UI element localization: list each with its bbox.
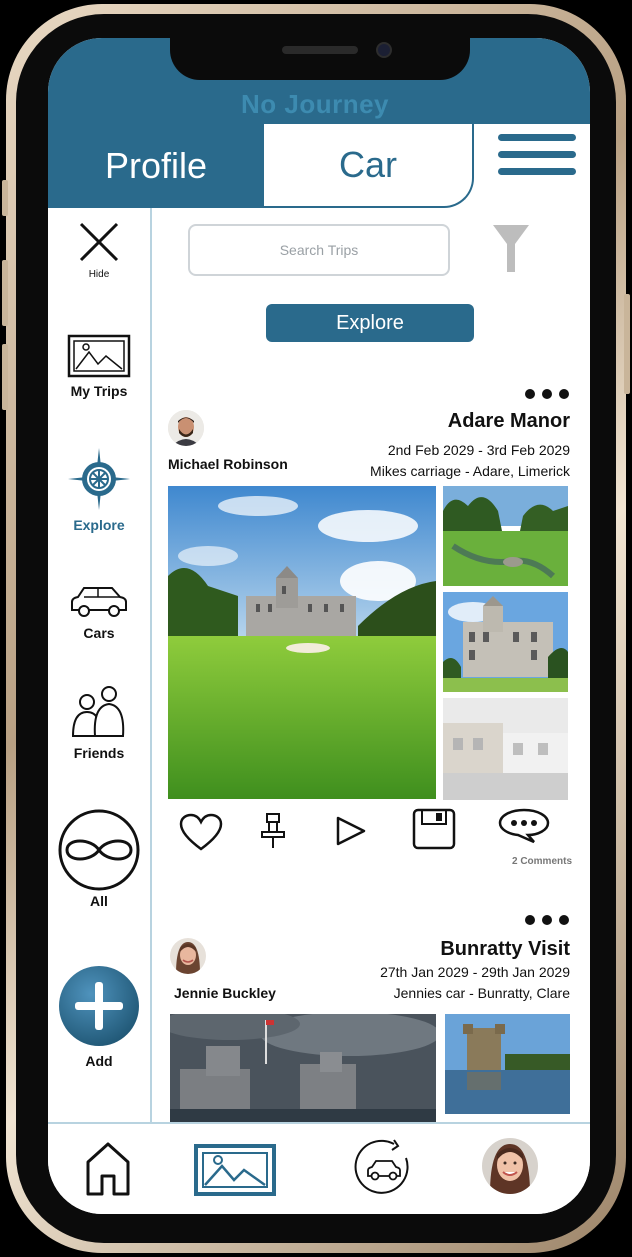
volume-down-button — [2, 344, 8, 410]
post-actions: 2 Comments — [168, 808, 572, 878]
sidebar-label-my-trips: My Trips — [70, 383, 128, 399]
post-author[interactable]: Jennie Buckley — [174, 985, 276, 1001]
avatar[interactable] — [170, 938, 206, 974]
more-options-icon[interactable] — [524, 914, 570, 926]
post-thumb-photo[interactable] — [443, 592, 568, 692]
post-main-photo[interactable] — [170, 1014, 436, 1124]
explore-button[interactable]: Explore — [266, 304, 474, 342]
speaker — [282, 46, 358, 54]
more-options-icon[interactable] — [524, 388, 570, 400]
sidebar-label-explore: Explore — [73, 517, 125, 533]
post-author[interactable]: Michael Robinson — [168, 456, 288, 472]
sidebar-label-all: All — [90, 893, 108, 909]
mode-tabs: Profile Car — [48, 124, 590, 208]
pin-icon[interactable] — [260, 812, 286, 850]
infinity-icon — [58, 809, 140, 891]
sidebar-item-my-trips[interactable]: My Trips — [48, 334, 150, 399]
sidebar-item-explore[interactable]: Explore — [48, 446, 150, 533]
sidebar: Hide My Trips Explore Cars Friends All A… — [48, 208, 152, 1122]
post-main-photo[interactable] — [168, 486, 436, 799]
sidebar-item-add[interactable]: Add — [48, 964, 150, 1069]
trip-post[interactable]: Bunratty Visit 27th Jan 2029 - 29th Jan … — [168, 914, 570, 1124]
app-screen: No Journey Profile Car Hide My Trips Exp… — [48, 38, 590, 1214]
friends-icon — [71, 686, 125, 737]
close-icon — [79, 222, 119, 262]
gallery-nav-icon[interactable] — [194, 1144, 276, 1196]
compass-icon — [68, 448, 130, 510]
notch — [170, 38, 470, 80]
mute-switch — [2, 180, 8, 216]
trip-post[interactable]: Adare Manor 2nd Feb 2029 - 3rd Feb 2029 … — [168, 388, 570, 808]
app-title: No Journey — [240, 89, 390, 119]
sidebar-label-hide: Hide — [88, 269, 110, 280]
search-input[interactable]: Search Trips — [188, 224, 450, 276]
car-icon — [71, 587, 127, 617]
front-camera — [376, 42, 392, 58]
filter-icon[interactable] — [492, 224, 530, 274]
post-dates: 27th Jan 2029 - 29th Jan 2029 — [380, 964, 570, 980]
tab-profile[interactable]: Profile — [48, 124, 264, 208]
post-thumb-photo[interactable] — [445, 1014, 570, 1114]
post-title: Bunratty Visit — [440, 938, 570, 960]
comment-icon[interactable] — [498, 808, 550, 844]
avatar[interactable] — [168, 410, 204, 446]
sidebar-item-hide[interactable]: Hide — [48, 220, 150, 280]
plus-icon — [59, 966, 139, 1046]
heart-icon[interactable] — [178, 812, 224, 852]
bottom-nav — [48, 1122, 590, 1214]
post-location: Mikes carriage - Adare, Limerick — [370, 463, 570, 479]
comment-count[interactable]: 2 Comments — [512, 856, 572, 867]
post-thumb-photo[interactable] — [443, 486, 568, 586]
post-dates: 2nd Feb 2029 - 3rd Feb 2029 — [387, 442, 570, 458]
profile-avatar[interactable] — [482, 1138, 538, 1194]
play-icon[interactable] — [334, 814, 368, 848]
tab-car[interactable]: Car — [264, 124, 474, 208]
trip-cycle-icon[interactable] — [354, 1138, 414, 1198]
save-icon[interactable] — [412, 808, 456, 850]
power-button — [624, 294, 630, 394]
sidebar-item-friends[interactable]: Friends — [48, 684, 150, 761]
menu-icon[interactable] — [498, 134, 576, 184]
sidebar-label-cars: Cars — [83, 625, 115, 641]
sidebar-item-cars[interactable]: Cars — [48, 584, 150, 641]
post-title: Adare Manor — [447, 410, 570, 432]
volume-up-button — [2, 260, 8, 326]
post-location: Jennies car - Bunratty, Clare — [393, 985, 570, 1001]
post-thumb-photo[interactable] — [443, 698, 568, 800]
gallery-icon — [67, 334, 131, 378]
home-icon[interactable] — [84, 1140, 132, 1196]
sidebar-label-friends: Friends — [73, 745, 125, 761]
sidebar-item-all[interactable]: All — [48, 808, 150, 909]
sidebar-label-add: Add — [85, 1053, 113, 1069]
